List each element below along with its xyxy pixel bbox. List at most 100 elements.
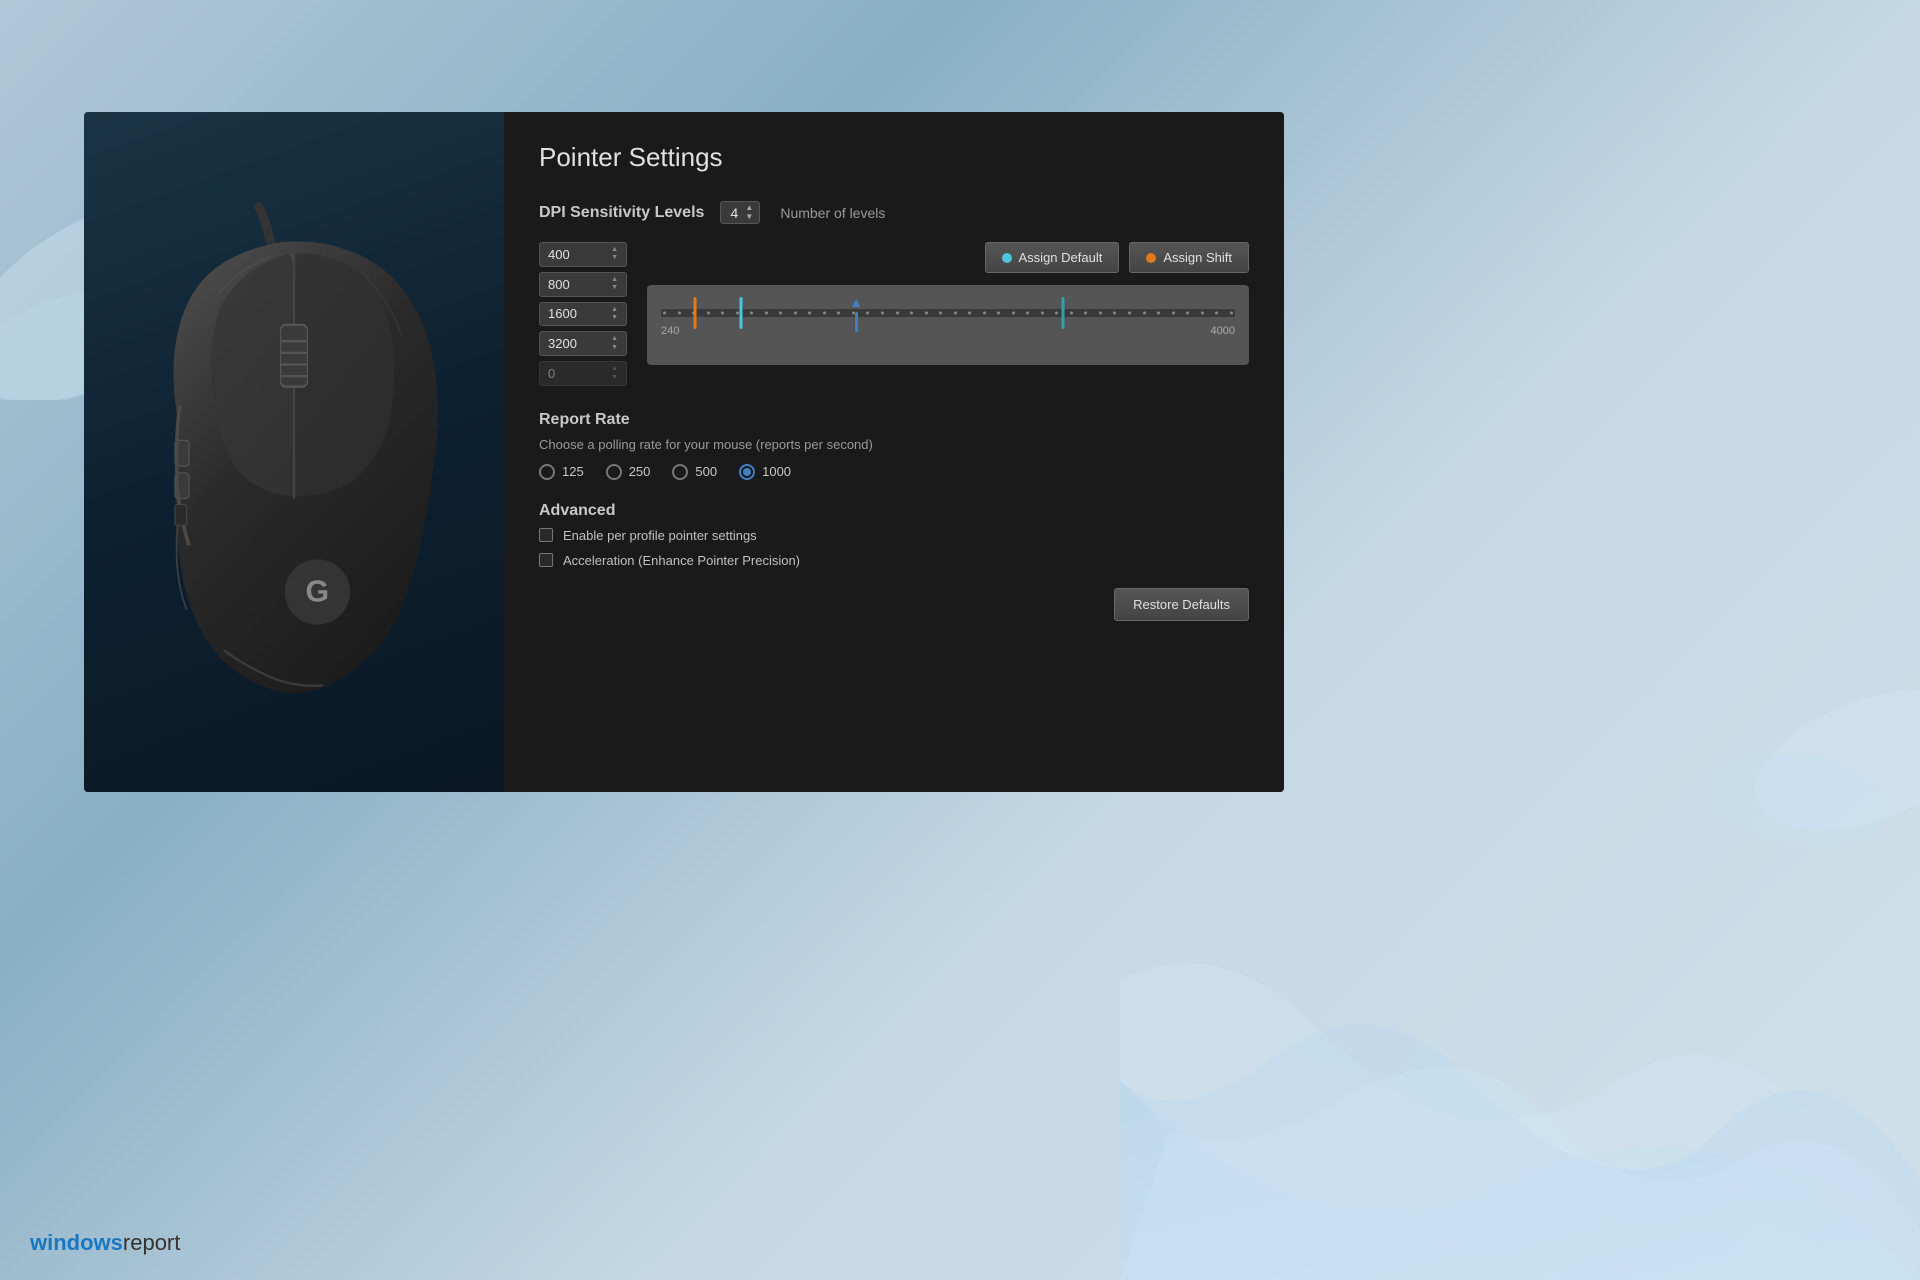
dpi-down-400[interactable]: ▼ xyxy=(611,254,618,262)
slider-marker-800-cyan[interactable] xyxy=(740,297,743,329)
slider-dot xyxy=(997,312,1000,315)
dpi-right: Assign Default Assign Shift xyxy=(647,242,1249,365)
dpi-up-800[interactable]: ▲ xyxy=(611,276,618,284)
assign-default-label: Assign Default xyxy=(1019,250,1103,265)
branding-windows: windows xyxy=(30,1230,123,1255)
dpi-value-400: 400 xyxy=(548,247,570,262)
num-levels-arrows: ▲ ▼ xyxy=(745,204,753,221)
svg-text:G: G xyxy=(306,575,330,608)
report-rate-section: Report Rate Choose a polling rate for yo… xyxy=(539,411,1249,480)
slider-dot xyxy=(1041,312,1044,315)
dpi-value-0: 0 xyxy=(548,366,555,381)
slider-dot xyxy=(808,312,811,315)
advanced-title: Advanced xyxy=(539,502,1249,520)
slider-dot xyxy=(1099,312,1102,315)
slider-dot xyxy=(1128,312,1131,315)
dpi-slider-container[interactable]: ▲ 240 4000 xyxy=(647,285,1249,365)
slider-dot xyxy=(1084,312,1087,315)
slider-arrow-up-icon: ▲ xyxy=(849,294,863,310)
dpi-section: DPI Sensitivity Levels 4 ▲ ▼ Number of l… xyxy=(539,201,1249,386)
advanced-section: Advanced Enable per profile pointer sett… xyxy=(539,502,1249,568)
slider-dots xyxy=(661,312,1235,315)
dpi-value-3200: 3200 xyxy=(548,336,577,351)
radio-circle-500[interactable] xyxy=(672,464,688,480)
dpi-content: 400 ▲ ▼ 800 ▲ ▼ 1600 xyxy=(539,242,1249,386)
assign-buttons: Assign Default Assign Shift xyxy=(647,242,1249,273)
slider-dot xyxy=(765,312,768,315)
slider-dot xyxy=(1230,312,1233,315)
dpi-down-800[interactable]: ▼ xyxy=(611,284,618,292)
slider-dot xyxy=(1172,312,1175,315)
radio-group: 125 250 500 1000 xyxy=(539,464,1249,480)
slider-dot xyxy=(779,312,782,315)
dpi-row-3200[interactable]: 3200 ▲ ▼ xyxy=(539,331,627,356)
radio-circle-125[interactable] xyxy=(539,464,555,480)
slider-max-label: 4000 xyxy=(1211,325,1235,337)
dpi-up-400[interactable]: ▲ xyxy=(611,246,618,254)
checkbox-acceleration-label: Acceleration (Enhance Pointer Precision) xyxy=(563,553,800,568)
slider-dot xyxy=(896,312,899,315)
dpi-row-800[interactable]: 800 ▲ ▼ xyxy=(539,272,627,297)
slider-dot xyxy=(707,312,710,315)
slider-dot xyxy=(1026,312,1029,315)
radio-circle-250[interactable] xyxy=(606,464,622,480)
app-window: G Pointer Settings DPI Sensitivity Level… xyxy=(84,112,1284,792)
dpi-up-1600[interactable]: ▲ xyxy=(611,306,618,314)
dpi-arrows-400: ▲ ▼ xyxy=(611,246,618,263)
slider-labels: 240 4000 xyxy=(661,325,1235,337)
slider-dot xyxy=(750,312,753,315)
radio-label-1000: 1000 xyxy=(762,464,791,479)
slider-marker-1600-blue[interactable]: ▲ xyxy=(849,294,863,332)
dpi-row-1600[interactable]: 1600 ▲ ▼ xyxy=(539,302,627,327)
num-levels-text: Number of levels xyxy=(780,205,885,221)
num-levels-down-arrow[interactable]: ▼ xyxy=(745,213,753,221)
slider-dot xyxy=(1070,312,1073,315)
num-levels-value: 4 xyxy=(727,205,741,221)
slider-dot xyxy=(866,312,869,315)
dpi-header: DPI Sensitivity Levels 4 ▲ ▼ Number of l… xyxy=(539,201,1249,224)
dpi-arrows-0: ▲ ▼ xyxy=(611,365,618,382)
bottom-row: Restore Defaults xyxy=(539,588,1249,621)
dpi-up-3200[interactable]: ▲ xyxy=(611,335,618,343)
dpi-section-label: DPI Sensitivity Levels xyxy=(539,204,704,222)
slider-dot xyxy=(939,312,942,315)
checkbox-per-profile-label: Enable per profile pointer settings xyxy=(563,528,757,543)
assign-shift-label: Assign Shift xyxy=(1163,250,1232,265)
checkbox-row-acceleration: Acceleration (Enhance Pointer Precision) xyxy=(539,553,1249,568)
dpi-arrows-3200: ▲ ▼ xyxy=(611,335,618,352)
slider-dot xyxy=(1113,312,1116,315)
num-levels-up-arrow[interactable]: ▲ xyxy=(745,204,753,212)
slider-dot xyxy=(910,312,913,315)
panel-title: Pointer Settings xyxy=(539,142,1249,173)
assign-shift-button[interactable]: Assign Shift xyxy=(1129,242,1249,273)
restore-defaults-button[interactable]: Restore Defaults xyxy=(1114,588,1249,621)
checkbox-per-profile[interactable] xyxy=(539,528,553,542)
slider-dot xyxy=(1143,312,1146,315)
checkbox-row-per-profile: Enable per profile pointer settings xyxy=(539,528,1249,543)
radio-option-500[interactable]: 500 xyxy=(672,464,717,480)
dpi-rows: 400 ▲ ▼ 800 ▲ ▼ 1600 xyxy=(539,242,627,386)
slider-min-label: 240 xyxy=(661,325,679,337)
slider-dot xyxy=(1201,312,1204,315)
radio-option-125[interactable]: 125 xyxy=(539,464,584,480)
slider-dot xyxy=(721,312,724,315)
dpi-value-1600: 1600 xyxy=(548,306,577,321)
dpi-down-3200[interactable]: ▼ xyxy=(611,344,618,352)
dpi-up-0: ▲ xyxy=(611,365,618,373)
radio-option-250[interactable]: 250 xyxy=(606,464,651,480)
slider-dot xyxy=(968,312,971,315)
branding: windowsreport xyxy=(30,1230,180,1256)
checkbox-acceleration[interactable] xyxy=(539,553,553,567)
radio-option-1000[interactable]: 1000 xyxy=(739,464,791,480)
settings-panel: Pointer Settings DPI Sensitivity Levels … xyxy=(504,112,1284,792)
slider-marker-3200-teal[interactable] xyxy=(1061,297,1064,329)
slider-dot xyxy=(954,312,957,315)
dpi-down-1600[interactable]: ▼ xyxy=(611,314,618,322)
assign-default-button[interactable]: Assign Default xyxy=(985,242,1120,273)
dpi-value-800: 800 xyxy=(548,277,570,292)
num-levels-control[interactable]: 4 ▲ ▼ xyxy=(720,201,760,224)
branding-report: report xyxy=(123,1230,180,1255)
radio-circle-1000[interactable] xyxy=(739,464,755,480)
slider-marker-400-orange[interactable] xyxy=(694,297,697,329)
dpi-row-400[interactable]: 400 ▲ ▼ xyxy=(539,242,627,267)
